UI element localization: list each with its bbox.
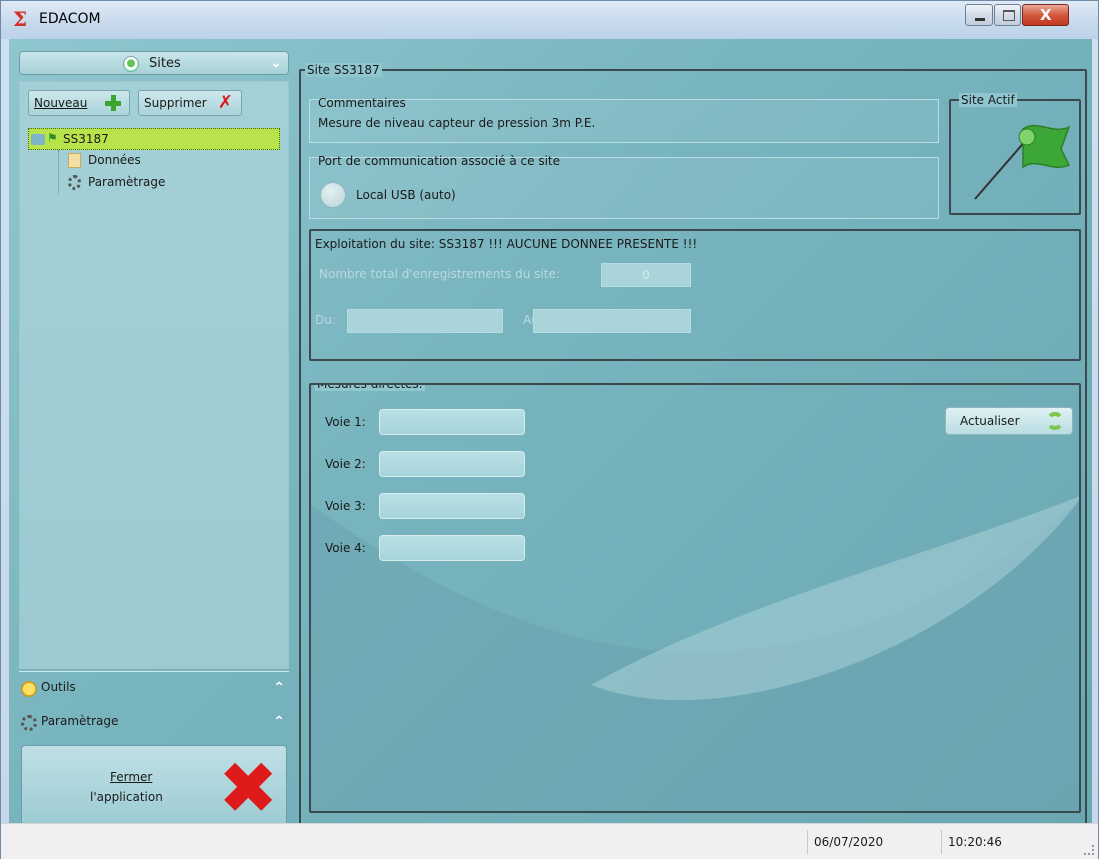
actualiser-button[interactable]: Actualiser: [945, 407, 1073, 435]
tree-item-donnees[interactable]: Données: [28, 150, 280, 172]
status-time: 10:20:46: [941, 830, 1075, 854]
status-date: 06/07/2020: [807, 830, 941, 854]
close-x-icon: ✖: [218, 746, 279, 830]
gear-icon: [68, 175, 81, 190]
client-area: Sites ⌄ Nouveau Supprimer ✗ ⚑ SS3187 Don…: [9, 39, 1092, 827]
tree-item-label: SS3187: [63, 132, 109, 146]
from-date-field: [347, 309, 503, 333]
close-app-label-line1: Fermer: [110, 770, 153, 784]
to-date-field: [533, 309, 691, 333]
actualiser-label: Actualiser: [960, 414, 1020, 428]
plus-icon: [105, 95, 121, 111]
voie-2-label: Voie 2:: [325, 457, 366, 471]
minimize-button[interactable]: [965, 4, 993, 26]
supprimer-label: Supprimer: [144, 96, 207, 110]
port-box: Port de communication associé à ce site …: [309, 154, 939, 219]
status-bar: 06/07/2020 10:20:46: [1, 823, 1098, 859]
site-group: Site SS3187 Commentaires Mesure de nivea…: [299, 63, 1087, 825]
direct-measures-group: Mesures directes: Voie 1: Voie 2: Voie 3…: [309, 383, 1081, 813]
voie-3-label: Voie 3:: [325, 499, 366, 513]
sites-header[interactable]: Sites ⌄: [19, 51, 289, 75]
direct-measures-title: Mesures directes:: [315, 385, 425, 391]
nouveau-label: Nouveau: [34, 96, 88, 110]
close-window-button[interactable]: X: [1022, 4, 1069, 26]
accordion-outils[interactable]: Outils ⌃: [19, 675, 289, 703]
close-app-label-line2: l'application: [90, 790, 163, 804]
exploitation-title: Exploitation du site: SS3187 !!! AUCUNE …: [315, 237, 698, 251]
green-flag-icon: [974, 124, 1071, 200]
maximize-button[interactable]: [994, 4, 1021, 26]
resize-grip[interactable]: [1084, 845, 1094, 855]
records-count-label: Nombre total d'enregistrements du site:: [319, 267, 560, 281]
comments-title: Commentaires: [318, 96, 406, 110]
chevron-down-icon: ⌄: [270, 55, 282, 71]
folder-icon: [31, 134, 45, 145]
gear-icon: [21, 715, 37, 731]
divider: [19, 671, 289, 672]
close-application-button[interactable]: Fermer l'application ✖: [21, 745, 287, 827]
flag-icon: ⚑: [47, 131, 58, 145]
records-count-field: 0: [601, 263, 691, 287]
voie-1-field: [379, 409, 525, 435]
site-actif-group: Site Actif: [949, 93, 1081, 215]
voie-3-field: [379, 493, 525, 519]
tree-item-parametrage[interactable]: Paramètrage: [28, 172, 280, 194]
chevron-up-icon: ⌃: [273, 680, 285, 696]
close-icon: X: [1040, 6, 1052, 24]
background-swoosh: [311, 496, 1079, 811]
app-window: Σ EDACOM X Sites ⌄ Nouveau Supprimer ✗ ⚑…: [0, 0, 1099, 859]
comments-box: Commentaires Mesure de niveau capteur de…: [309, 96, 939, 143]
port-label: Local USB (auto): [356, 188, 456, 202]
voie-4-field: [379, 535, 525, 561]
sites-icon: [123, 56, 139, 72]
voie-2-field: [379, 451, 525, 477]
title-bar[interactable]: Σ EDACOM X: [1, 1, 1098, 39]
port-title: Port de communication associé à ce site: [318, 154, 560, 168]
delete-x-icon: ✗: [217, 92, 233, 113]
refresh-icon: [1046, 412, 1064, 430]
voie-1-label: Voie 1:: [325, 415, 366, 429]
site-actif-title: Site Actif: [959, 93, 1017, 107]
left-panel: Sites ⌄ Nouveau Supprimer ✗ ⚑ SS3187 Don…: [19, 49, 291, 827]
exploitation-group: Exploitation du site: SS3187 !!! AUCUNE …: [309, 229, 1081, 361]
tree-item-label: Données: [88, 153, 141, 167]
port-radio-button[interactable]: [320, 182, 346, 208]
sites-tree-panel: Nouveau Supprimer ✗ ⚑ SS3187 Données Par…: [19, 81, 289, 669]
accordion-label: Outils: [41, 680, 76, 694]
tools-icon: [21, 681, 37, 697]
nouveau-button[interactable]: Nouveau: [28, 90, 130, 116]
accordion-parametrage[interactable]: Paramètrage ⌃: [19, 709, 289, 737]
supprimer-button[interactable]: Supprimer ✗: [138, 90, 242, 116]
chevron-up-icon: ⌃: [273, 714, 285, 730]
window-title: EDACOM: [39, 11, 101, 27]
sites-tree: ⚑ SS3187 Données Paramètrage: [28, 128, 280, 194]
from-date-label: Du:: [315, 313, 336, 327]
voie-4-label: Voie 4:: [325, 541, 366, 555]
site-group-title: Site SS3187: [305, 63, 382, 77]
document-icon: [68, 153, 81, 168]
tree-item-label: Paramètrage: [88, 175, 166, 189]
comments-text: Mesure de niveau capteur de pression 3m …: [318, 116, 596, 130]
app-sigma-icon: Σ: [13, 7, 28, 31]
sites-header-label: Sites: [149, 56, 181, 71]
accordion-label: Paramètrage: [41, 714, 119, 728]
tree-item-site[interactable]: ⚑ SS3187: [28, 128, 280, 150]
